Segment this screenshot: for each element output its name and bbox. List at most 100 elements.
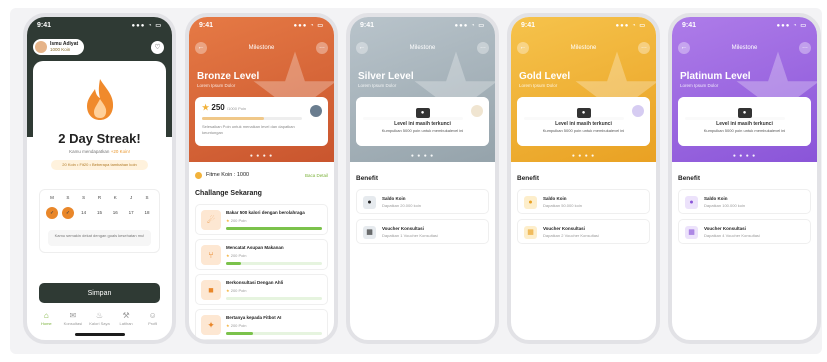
gold-milestone-screen: 9:41 ●●● ◔ ▭ ← Milestone … Gold Level Lor… [507,13,660,344]
streak-note: Kamu semakin dekat dengan goals kesehata… [48,230,151,246]
status-time: 9:41 [521,22,536,29]
lock-icon: ● [737,108,752,118]
level-title: Bronze Level [197,71,260,82]
read-detail-link[interactable]: Baca Detail [305,173,328,178]
level-card-text: Selesaikan Poin untuk menaikan level dan… [202,124,295,135]
carousel-dots[interactable]: ● ● ● ● [189,153,334,159]
level-title: Silver Level [358,71,414,82]
benefit-title: Benefit [678,175,701,182]
challenge-progress [226,262,322,265]
nav-label: Profil [148,321,158,326]
silver-milestone-screen: 9:41 ●●● ◔ ▭ ← Milestone … Silver Level L… [346,13,499,344]
status-bar: 9:41 ●●● ◔ ▭ [672,17,817,33]
streak-sheet: 2 Day Streak! Kamu mendapatkan +20 Koin!… [33,61,166,256]
nav-item-kalori[interactable]: ♨ Kalori Saya [87,311,111,326]
nav-item-home[interactable]: ⌂ Home [34,311,58,326]
challenge-title: Mencatat Asupan Makanan [226,245,284,250]
platinum-hero: 9:41 ●●● ◔ ▭ ← Milestone … Platinum Level… [672,17,817,162]
voucher-icon: ▦ [524,226,537,239]
fitme-coin-label: Fitme Koin : 1000 [206,172,250,178]
day-date: 15 [96,210,102,215]
status-icons: ●●● ◔ ▭ [454,23,485,29]
day-label: S [66,195,70,200]
bronze-hero: 9:41 ●●● ◔ ▭ ← Milestone … Bronze Level L… [189,17,334,162]
coin-icon: ● [685,196,698,209]
badge-icon [310,105,322,117]
locked-overlay: ● Level ini masih terkunci Kumpulkan 500… [678,97,811,146]
benefit-title: Benefit [517,175,540,182]
day-date: 14 [81,210,87,215]
streak-calendar: M S S R K J S ✓ ✓ 14 15 16 17 18 Kamu se… [39,189,160,253]
benefit-coin-row: ● Saldo Koin Dapatkan 20.000 koin [356,189,489,214]
lock-icon: ● [576,108,591,118]
level-title: Gold Level [519,71,571,82]
nav-label: Latihan [119,321,133,326]
locked-subtext: Kumpulkan 5000 poin untuk membukalevel i… [381,128,464,133]
sparkle-icon: ✦ [201,315,221,335]
nav-item-profil[interactable]: ☺ Profil [141,311,165,326]
challenge-title: Bakar 500 kalori dengan berolahraga [226,210,305,215]
status-icons: ●●● ◔ ▭ [293,23,324,29]
silver-hero: 9:41 ●●● ◔ ▭ ← Milestone … Silver Level L… [350,17,495,162]
benefit-item-desc: Dapatkan 50.000 koin [543,203,582,208]
carousel-dots[interactable]: ● ● ● ● [511,153,656,159]
day-date: 18 [144,210,150,215]
nav-label: Konsultasi [63,321,83,326]
benefit-item-title: Voucher Konsultasi [704,226,746,231]
benefit-item-desc: Dapatkan 20.000 koin [382,203,421,208]
home-icon: ⌂ [43,311,49,320]
run-icon: ☄ [201,210,221,230]
check-icon: ✓ [61,207,74,219]
voucher-icon: ▦ [685,226,698,239]
day-label: K [113,195,117,200]
save-button[interactable]: Simpan [39,283,160,303]
challenge-progress [226,297,322,300]
benefit-item-title: Voucher Konsultasi [382,226,424,231]
day-label: M [50,195,54,200]
nav-item-latihan[interactable]: ⚒ Latihan [114,311,138,326]
benefit-coin-row: ● Saldo Koin Dapatkan 100.000 koin [678,189,811,214]
bronze-milestone-screen: 9:41 ●●● ◔ ▭ ← Milestone … Bronze Level L… [185,13,338,344]
challenges-title: Challange Sekarang [195,190,262,197]
challenge-progress [226,227,322,230]
carousel-dots[interactable]: ● ● ● ● [350,153,495,159]
challenge-points: ★ 200 Poin [226,218,247,223]
chat-icon: ✉ [69,311,77,320]
benefit-item-title: Saldo Koin [543,196,567,201]
streak-reward-pill: 20 Koin • Fit20 • Beberapa tambahan koin [51,160,148,170]
streak-screen: 9:41 ●●● ◔ ▭ Ismu Adiyat 1000 Koin ♡ 2 Da… [23,13,176,344]
challenge-points: ★ 200 Poin [226,253,247,258]
fork-icon: ⑂ [201,245,221,265]
nav-item-konsultasi[interactable]: ✉ Konsultasi [61,311,85,326]
bell-icon[interactable]: ♡ [151,41,164,54]
carousel-dots[interactable]: ● ● ● ● [672,153,817,159]
benefit-voucher-row: ▦ Voucher Konsultasi Dapatkan 2 Voucher … [517,219,650,244]
benefit-voucher-row: ▦ Voucher Konsultasi Dapatkan 4 Voucher … [678,219,811,244]
dumbbell-icon: ⚒ [122,311,130,320]
user-chip[interactable]: Ismu Adiyat 1000 Koin [33,39,85,55]
benefit-item-title: Saldo Koin [382,196,406,201]
streak-subtitle: Kamu mendapatkan +20 Koin! [69,149,130,154]
challenge-card[interactable]: ☄ Bakar 500 kalori dengan berolahraga ★ … [195,204,328,235]
day-label: J [130,195,133,200]
status-bar: 9:41 ●●● ◔ ▭ [27,17,172,33]
challenge-card[interactable]: ⑂ Mencatat Asupan Makanan ★ 200 Poin [195,239,328,270]
level-subtitle: Lorem Ipsum Dolor [197,83,236,88]
challenge-card[interactable]: ✦ Bertanya kepada Fitbot AI ★ 200 Poin [195,309,328,340]
coin-icon: ● [524,196,537,209]
level-subtitle: Lorem Ipsum Dolor [358,83,397,88]
voucher-icon: ▦ [363,226,376,239]
avatar [35,41,47,53]
benefit-item-desc: Dapatkan 2 Voucher Konsultasi [543,233,599,238]
status-bar: 9:41 ●●● ◔ ▭ [350,17,495,33]
bottom-nav: ⌂ Home ✉ Konsultasi ♨ Kalori Saya ⚒ Latihan … [27,311,172,326]
locked-subtext: Kumpulkan 5000 poin untuk membukalevel i… [703,128,786,133]
benefit-voucher-row: ▦ Voucher Konsultasi Dapatkan 1 Voucher … [356,219,489,244]
status-bar: 9:41 ●●● ◔ ▭ [189,17,334,33]
status-time: 9:41 [199,22,214,29]
locked-text: Level ini masih terkunci [394,121,451,127]
challenge-card[interactable]: ■ Berkonsultasi Dengan Ahli ★ 200 Poin [195,274,328,305]
day-date: 17 [128,210,134,215]
status-time: 9:41 [37,22,52,29]
level-progress-card: ★ 250 /1000 Poin Selesaikan Poin untuk m… [195,97,328,146]
